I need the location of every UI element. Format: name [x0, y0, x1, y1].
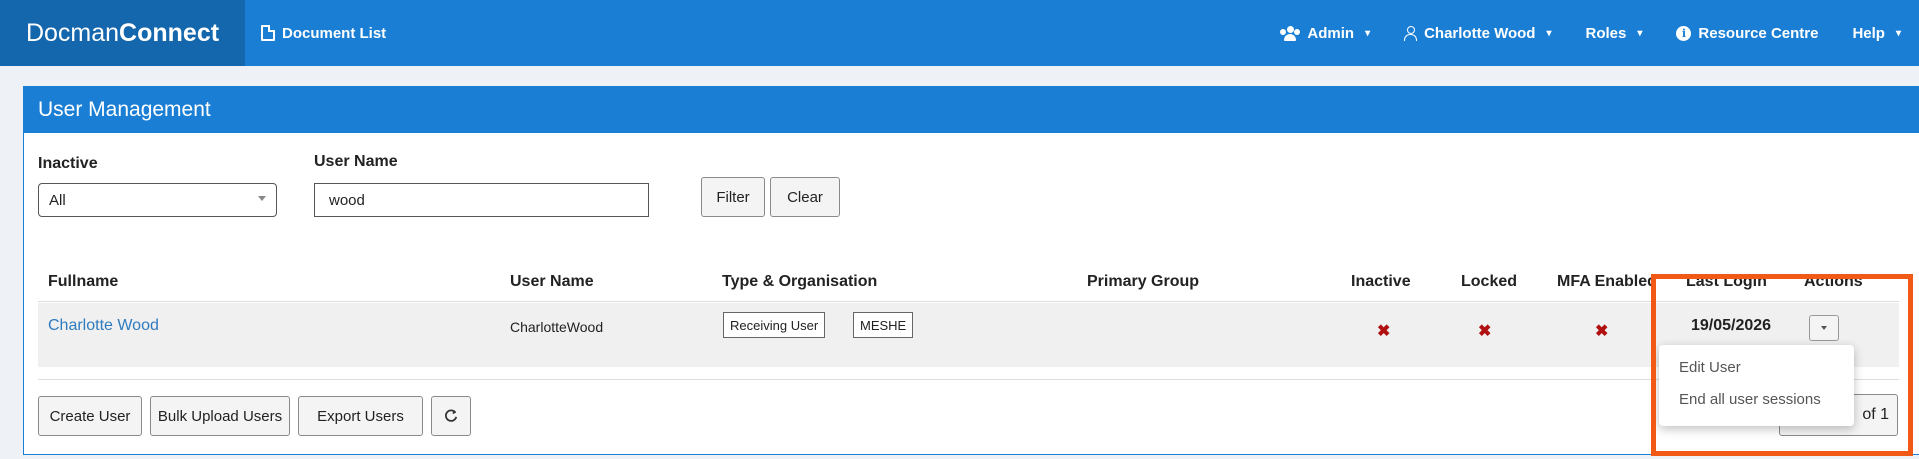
chevron-down-icon: ▾	[1637, 27, 1643, 39]
column-inactive[interactable]: Inactive	[1351, 273, 1411, 291]
mfa-x-icon: ✖	[1595, 323, 1609, 340]
inactive-select[interactable]: All	[38, 183, 277, 217]
inactive-filter-label: Inactive	[38, 155, 98, 172]
clear-button[interactable]: Clear	[770, 177, 840, 217]
table-header: Fullname User Name Type & Organisation P…	[38, 259, 1899, 302]
bulk-upload-users-button[interactable]: Bulk Upload Users	[150, 396, 290, 436]
nav-help-label: Help	[1852, 24, 1885, 42]
column-type-organisation[interactable]: Type & Organisation	[722, 273, 877, 291]
document-icon	[261, 25, 275, 41]
user-type-tag: Receiving User	[723, 312, 826, 338]
users-group-icon	[1280, 26, 1301, 41]
brand-logo[interactable]: Docman Connect	[0, 0, 245, 66]
user-organisation-tag: MESHE	[853, 312, 914, 338]
info-icon: i	[1676, 25, 1692, 41]
column-primary-group[interactable]: Primary Group	[1087, 273, 1199, 291]
column-locked[interactable]: Locked	[1461, 273, 1517, 291]
create-user-button[interactable]: Create User	[38, 396, 142, 436]
nav-help[interactable]: Help ▾	[1852, 25, 1901, 42]
chevron-down-icon: ▾	[1895, 27, 1901, 39]
nav-resource-centre-label: Resource Centre	[1698, 24, 1819, 42]
user-management-panel: User Management Inactive All User Name w…	[23, 86, 1919, 455]
column-fullname[interactable]: Fullname	[48, 273, 118, 291]
panel-title: User Management	[24, 87, 1919, 133]
nav-roles[interactable]: Roles ▾	[1586, 25, 1643, 42]
chevron-down-icon: ▾	[1546, 27, 1552, 39]
refresh-icon	[445, 409, 458, 422]
brand-suffix: Connect	[119, 18, 220, 47]
user-username: CharlotteWood	[510, 319, 604, 335]
user-icon	[1404, 26, 1418, 41]
column-username[interactable]: User Name	[510, 273, 594, 291]
select-arrow-icon	[258, 196, 266, 201]
user-fullname-link[interactable]: Charlotte Wood	[48, 317, 159, 335]
username-input[interactable]: wood	[314, 183, 649, 217]
highlight-box	[1651, 274, 1913, 456]
export-users-button[interactable]: Export Users	[298, 396, 423, 436]
inactive-x-icon: ✖	[1377, 323, 1391, 340]
username-filter-label: User Name	[314, 153, 398, 170]
top-navbar: Docman Connect Document List Admin ▾ Char…	[0, 0, 1919, 66]
nav-document-list-label: Document List	[282, 24, 387, 42]
nav-user-label: Charlotte Wood	[1424, 24, 1536, 42]
brand-prefix: Docman	[25, 18, 120, 47]
locked-x-icon: ✖	[1478, 323, 1492, 340]
filter-button[interactable]: Filter	[701, 177, 765, 217]
refresh-button[interactable]	[431, 396, 471, 436]
nav-admin-label: Admin	[1307, 24, 1355, 42]
nav-admin[interactable]: Admin ▾	[1280, 25, 1370, 42]
inactive-select-value: All	[49, 191, 66, 209]
nav-roles-label: Roles	[1585, 24, 1627, 42]
footer-divider	[38, 379, 1899, 380]
nav-user[interactable]: Charlotte Wood ▾	[1404, 24, 1552, 42]
nav-document-list[interactable]: Document List	[261, 25, 386, 42]
username-input-value: wood	[329, 191, 365, 209]
chevron-down-icon: ▾	[1365, 27, 1371, 39]
nav-right-group: Admin ▾ Charlotte Wood ▾ Roles ▾ i Resou…	[1280, 0, 1901, 66]
table-row: Charlotte Wood CharlotteWood Receiving U…	[38, 303, 1899, 367]
nav-resource-centre[interactable]: i Resource Centre	[1676, 25, 1818, 42]
column-mfa-enabled[interactable]: MFA Enabled	[1557, 273, 1657, 291]
